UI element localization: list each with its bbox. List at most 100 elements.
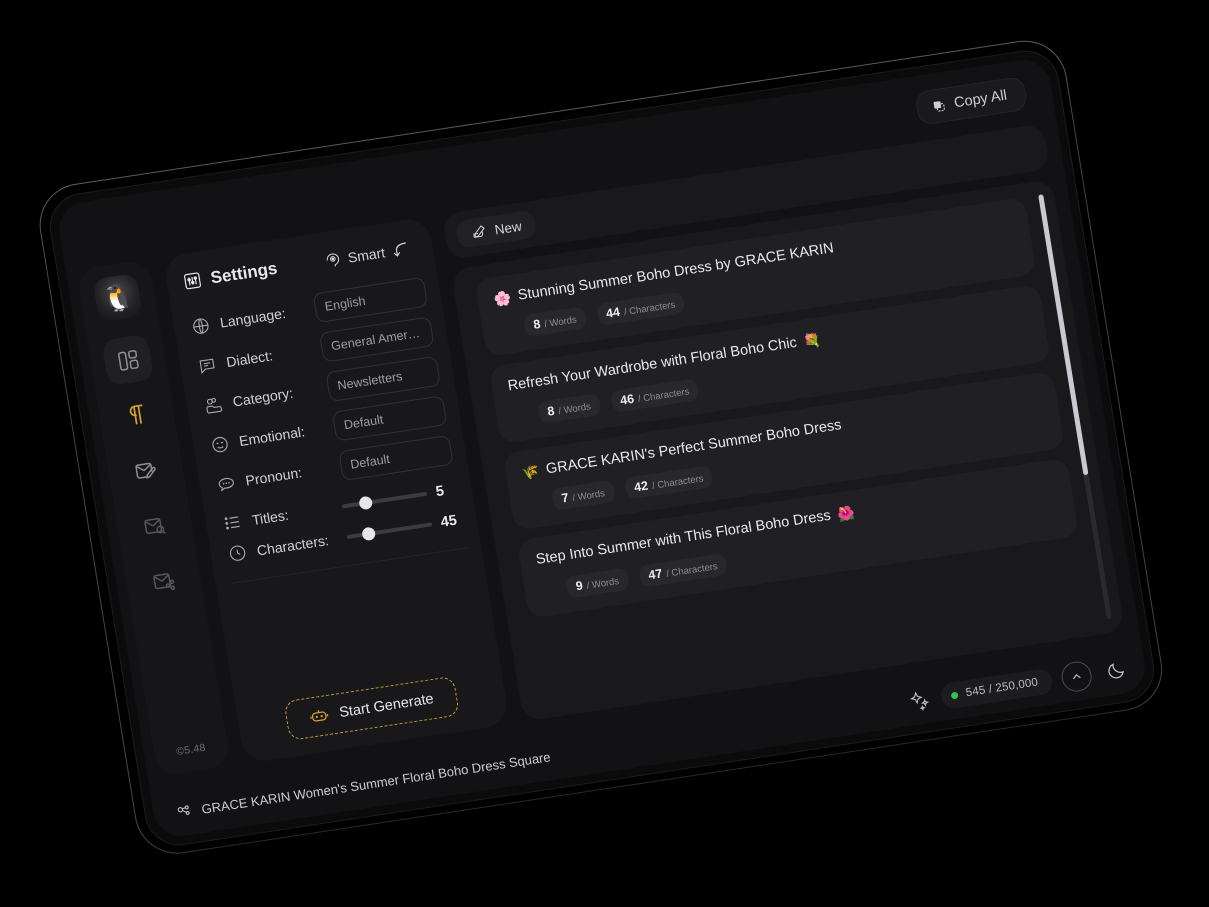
stat-chip-characters: 42/ Characters: [623, 465, 714, 501]
dialect-input[interactable]: [318, 316, 435, 363]
setting-label-language: Language:: [218, 304, 287, 331]
penguin-avatar-icon: 🐧: [99, 280, 137, 315]
quota-text: 545 / 250,000: [964, 676, 1040, 700]
generate-area: Start Generate: [233, 651, 507, 748]
arrow-curve-down-icon: [390, 239, 412, 261]
stat-value: 9: [574, 578, 584, 593]
list-icon: [221, 511, 245, 535]
pen-write-icon: [470, 223, 488, 241]
sparkles-icon: [908, 688, 933, 713]
head-brain-icon: [323, 250, 343, 269]
setting-label-category: Category:: [231, 384, 295, 410]
stat-chip-words: 8/ Words: [522, 306, 588, 338]
stat-value: 46: [619, 392, 636, 408]
sidebar-item-mail-compose[interactable]: [119, 444, 172, 496]
rail-spacer: [169, 614, 190, 744]
chat-dots-icon: [214, 472, 238, 496]
stat-chip-words: 8/ Words: [536, 393, 602, 425]
stat-chip-words: 7/ Words: [550, 480, 616, 512]
settings-title: Settings: [182, 258, 279, 292]
stat-value: 8: [546, 404, 556, 419]
layout-dashboard-icon: [115, 347, 141, 373]
robot-icon: [308, 705, 331, 728]
result-card-emoji: 🌾: [520, 463, 541, 482]
titles-slider-wrap: 5: [341, 481, 459, 514]
tab-new[interactable]: New: [454, 209, 538, 250]
avatar[interactable]: 🐧: [92, 272, 144, 323]
stat-label: / Characters: [651, 473, 705, 493]
smart-label: Smart: [346, 243, 387, 266]
copy-icon: [930, 97, 947, 114]
sidebar-item-mail-search[interactable]: [128, 500, 181, 552]
theme-toggle-button[interactable]: [1099, 654, 1133, 688]
stat-label: / Characters: [623, 299, 677, 319]
language-input[interactable]: [312, 276, 429, 324]
stat-value: 42: [633, 478, 650, 495]
app-version: ©5.48: [175, 741, 207, 758]
clock-icon: [226, 541, 250, 565]
characters-slider-thumb[interactable]: [361, 525, 377, 541]
stat-chip-characters: 44/ Characters: [595, 291, 686, 327]
tab-new-label: New: [493, 218, 523, 238]
start-generate-button[interactable]: Start Generate: [283, 675, 460, 741]
start-generate-label: Start Generate: [338, 691, 435, 722]
globe-icon: [189, 314, 213, 338]
titles-slider[interactable]: [341, 491, 428, 510]
share-nodes-icon: [174, 802, 194, 821]
speech-icon: [195, 353, 219, 377]
pilcrow-icon: [123, 402, 151, 429]
collapse-button[interactable]: [1059, 659, 1094, 694]
device-mockup: Copy All 🐧 ©5.48 Settings Smart Language…: [33, 34, 1169, 860]
characters-slider-wrap: 45: [346, 511, 464, 544]
copy-all-label: Copy All: [952, 87, 1009, 112]
titles-slider-thumb[interactable]: [358, 495, 374, 510]
quota-indicator[interactable]: 545 / 250,000: [939, 667, 1055, 710]
results-column: New 🌸 Stunning Summer Boho Dress by GRACE…: [441, 123, 1125, 722]
characters-value: 45: [439, 512, 459, 531]
characters-slider[interactable]: [346, 521, 433, 541]
category-input[interactable]: [325, 355, 441, 403]
folder-tag-icon: [202, 393, 226, 417]
app-screen: Copy All 🐧 ©5.48 Settings Smart Language…: [55, 56, 1149, 840]
stat-label: / Characters: [637, 386, 691, 406]
stat-label: / Characters: [665, 560, 719, 580]
result-card-emoji: 🌺: [836, 504, 857, 523]
copy-all-button[interactable]: Copy All: [913, 75, 1029, 126]
settings-fields: Language: Dialect:: [171, 269, 478, 568]
settings-title-label: Settings: [209, 258, 279, 287]
stat-value: 47: [647, 565, 664, 582]
stat-label: / Words: [585, 575, 620, 592]
smiley-icon: [208, 432, 232, 456]
stat-chip-characters: 46/ Characters: [609, 378, 700, 414]
setting-label-emotional: Emotional:: [237, 423, 306, 450]
sliders-icon: [182, 270, 204, 292]
setting-label-characters: Characters:: [255, 531, 330, 559]
stat-value: 8: [532, 317, 542, 332]
emotional-input[interactable]: [331, 395, 448, 442]
stat-label: / Words: [571, 488, 606, 505]
setting-label-pronoun: Pronoun:: [244, 464, 304, 489]
sidebar-item-mail-share[interactable]: [137, 555, 190, 607]
results-card-list: 🌸 Stunning Summer Boho Dress by GRACE KAR…: [474, 197, 1080, 619]
titles-value: 5: [434, 482, 446, 500]
stat-label: / Words: [557, 401, 592, 418]
sidebar-item-paragraph[interactable]: [110, 389, 163, 441]
sidebar-item-dashboard[interactable]: [101, 333, 155, 387]
pronoun-input[interactable]: [338, 434, 454, 482]
results-scroll-area[interactable]: 🌸 Stunning Summer Boho Dress by GRACE KAR…: [450, 178, 1125, 722]
mail-edit-icon: [132, 457, 160, 484]
stat-chip-characters: 47/ Characters: [637, 552, 728, 588]
status-dot: [950, 691, 959, 700]
setting-label-titles: Titles:: [250, 506, 290, 528]
result-card-emoji: 💐: [802, 331, 823, 350]
smart-toggle[interactable]: Smart: [314, 232, 421, 276]
stat-value: 44: [605, 305, 622, 321]
stat-value: 7: [560, 491, 570, 506]
stat-label: / Words: [543, 314, 578, 331]
chevron-up-circle-icon: [1069, 669, 1085, 685]
result-card-emoji: 🌸: [492, 289, 513, 308]
screenshot-stage: Copy All 🐧 ©5.48 Settings Smart Language…: [0, 0, 1209, 907]
setting-label-dialect: Dialect:: [225, 347, 274, 371]
mail-share-icon: [150, 567, 178, 594]
stat-chip-words: 9/ Words: [565, 567, 630, 599]
